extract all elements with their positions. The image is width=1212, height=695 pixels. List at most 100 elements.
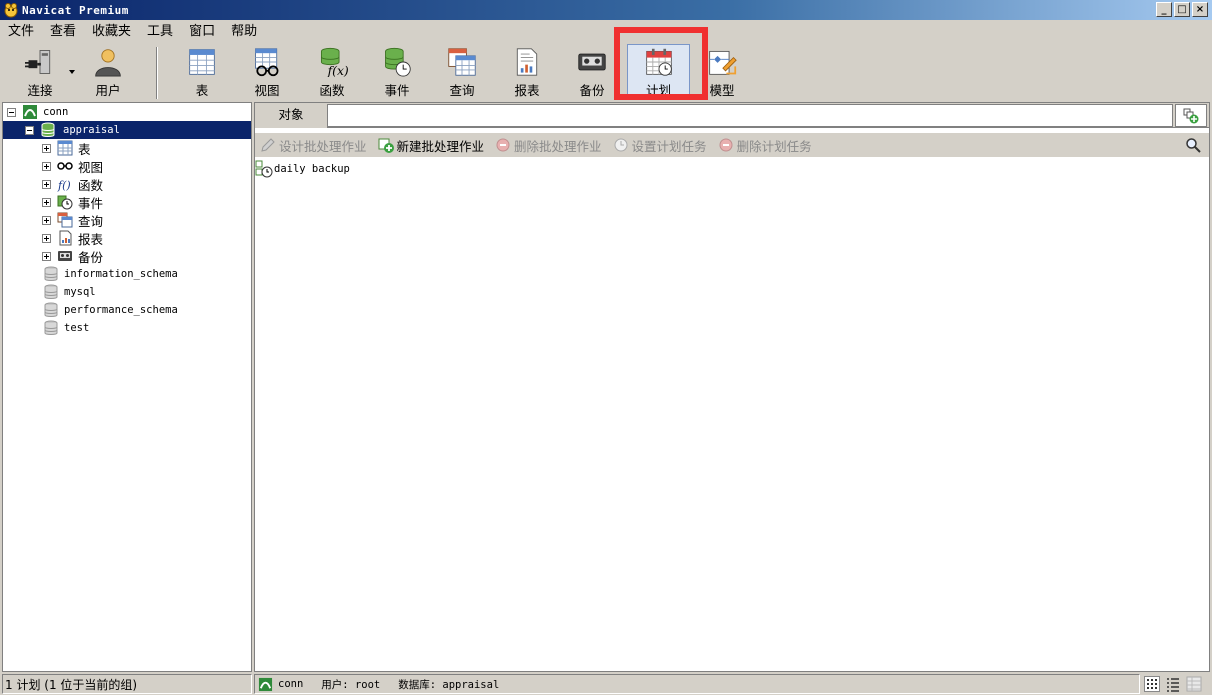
query-button[interactable]: 查询 — [432, 45, 492, 99]
tree-object-label: 事件 — [78, 195, 104, 211]
menu-favorites[interactable]: 收藏夹 — [84, 21, 139, 43]
menu-bar: 文件 查看 收藏夹 工具 窗口 帮助 — [0, 21, 1212, 43]
backup-tape-icon — [58, 251, 72, 261]
detail-view-icon[interactable] — [1186, 676, 1202, 692]
delete-batch-job-button[interactable]: 删除批处理作业 — [495, 136, 602, 155]
delete-schedule-task-button[interactable]: 删除计划任务 — [718, 136, 812, 155]
expand-toggle[interactable] — [42, 179, 51, 189]
clock-icon — [614, 138, 628, 152]
expand-toggle[interactable] — [42, 233, 51, 243]
minimize-glyph: _ — [1161, 3, 1167, 15]
table-button[interactable]: 表 — [172, 45, 232, 99]
menu-file[interactable]: 文件 — [0, 21, 42, 43]
tree-database-label: performance_schema — [64, 304, 178, 316]
new-tab-button[interactable] — [1175, 104, 1207, 127]
event-label: 事件 — [384, 83, 410, 98]
collapse-toggle[interactable] — [7, 107, 16, 117]
tree-database-row[interactable]: mysql — [43, 283, 96, 301]
batch-job-name: daily backup — [274, 163, 350, 175]
tree-object-functions[interactable]: f() 函数 — [42, 175, 103, 193]
maximize-button[interactable]: □ — [1174, 2, 1190, 17]
tree-object-views[interactable]: 视图 — [42, 157, 103, 175]
window-title: Navicat Premium — [22, 3, 129, 17]
batch-job-list[interactable]: daily backup — [255, 157, 1209, 671]
navicat-app-icon — [4, 3, 18, 18]
user-button[interactable]: 用户 — [78, 45, 138, 99]
status-connection-info: conn 用户: root 数据库: appraisal — [254, 674, 1140, 694]
tab-strip-area — [327, 104, 1173, 127]
connect-dropdown-arrow[interactable] — [69, 70, 75, 74]
tree-object-label: 备份 — [78, 249, 104, 265]
menu-help[interactable]: 帮助 — [223, 21, 265, 43]
schedule-calendar-icon — [645, 48, 672, 76]
backup-button[interactable]: 备份 — [562, 45, 622, 99]
object-panel: 对象 设计批处理作业 新建批处理作业 删除批处理作业 设置计划任务 删除计划任务… — [254, 102, 1210, 672]
query-icon — [57, 212, 73, 228]
list-item[interactable]: daily backup — [255, 160, 350, 178]
tab-bar: 对象 — [255, 103, 1209, 128]
expand-toggle[interactable] — [42, 251, 51, 261]
collapse-toggle[interactable] — [25, 125, 34, 135]
batch-job-icon — [255, 160, 273, 178]
delete-minus-icon — [496, 138, 510, 152]
user-icon — [95, 49, 121, 77]
main-toolbar: 连接 用户 表 视图 f(x) 函数 事件 查询 报表 备份 计划 模型 — [0, 27, 1212, 101]
tree-object-tables[interactable]: 表 — [42, 139, 91, 157]
design-pencil-icon — [261, 138, 275, 152]
status-user: 用户: root — [321, 678, 381, 691]
model-icon — [709, 50, 737, 75]
table-icon — [57, 140, 73, 156]
connect-button[interactable]: 连接 — [10, 45, 70, 99]
menu-view[interactable]: 查看 — [42, 21, 84, 43]
report-icon — [59, 230, 72, 246]
tree-database-row[interactable]: information_schema — [43, 265, 178, 283]
view-button[interactable]: 视图 — [237, 45, 297, 99]
minimize-button[interactable]: _ — [1156, 2, 1172, 17]
action-toolbar: 设计批处理作业 新建批处理作业 删除批处理作业 设置计划任务 删除计划任务 — [255, 133, 1209, 157]
tree-object-reports[interactable]: 报表 — [42, 229, 103, 247]
svg-text:f(): f() — [57, 179, 71, 192]
tree-object-events[interactable]: 事件 — [42, 193, 103, 211]
function-label: 函数 — [319, 83, 345, 98]
tree-object-backups[interactable]: 备份 — [42, 247, 103, 265]
search-icon[interactable] — [1185, 137, 1201, 153]
model-button[interactable]: 模型 — [692, 45, 752, 99]
new-batch-job-label: 新建批处理作业 — [396, 138, 485, 154]
connect-label: 连接 — [27, 83, 53, 98]
grid-view-icon[interactable] — [1144, 676, 1160, 692]
model-label: 模型 — [709, 83, 735, 98]
expand-toggle[interactable] — [42, 143, 51, 153]
status-database: 数据库: appraisal — [398, 678, 500, 691]
new-batch-job-button[interactable]: 新建批处理作业 — [378, 136, 485, 155]
new-batch-plus-icon — [378, 138, 394, 153]
design-batch-job-button[interactable]: 设计批处理作业 — [260, 136, 367, 155]
tree-connection-row[interactable]: conn — [7, 103, 68, 121]
tree-database-row[interactable]: performance_schema — [43, 301, 178, 319]
query-icon — [448, 48, 476, 76]
event-clock-icon — [385, 47, 411, 77]
event-button[interactable]: 事件 — [367, 45, 427, 99]
tree-database-row[interactable]: test — [43, 319, 89, 337]
function-button[interactable]: f(x) 函数 — [302, 45, 362, 99]
tree-database-row-selected[interactable]: appraisal — [3, 121, 251, 139]
tree-object-queries[interactable]: 查询 — [42, 211, 103, 229]
expand-toggle[interactable] — [42, 161, 51, 171]
database-closed-icon — [44, 266, 58, 281]
close-button[interactable]: × — [1192, 2, 1208, 17]
tree-object-label: 报表 — [78, 231, 104, 247]
expand-toggle[interactable] — [42, 197, 51, 207]
menu-window[interactable]: 窗口 — [181, 21, 223, 43]
connection-tree[interactable]: conn appraisal 表 视图 f() 函数 事件 查询 报表 备份 i… — [2, 102, 252, 672]
set-schedule-task-button[interactable]: 设置计划任务 — [613, 136, 707, 155]
report-button[interactable]: 报表 — [497, 45, 557, 99]
tab-object[interactable]: 对象 — [255, 103, 327, 128]
status-count: 1 计划 (1 位于当前的组) — [2, 674, 252, 694]
expand-toggle[interactable] — [42, 215, 51, 225]
menu-tools[interactable]: 工具 — [139, 21, 181, 43]
tree-object-label: 表 — [78, 141, 91, 157]
schedule-button[interactable]: 计划 — [627, 44, 690, 100]
status-connection-name: conn — [278, 678, 304, 690]
mysql-connection-icon — [258, 677, 273, 691]
plug-icon — [25, 50, 51, 74]
list-view-icon[interactable] — [1165, 676, 1181, 692]
